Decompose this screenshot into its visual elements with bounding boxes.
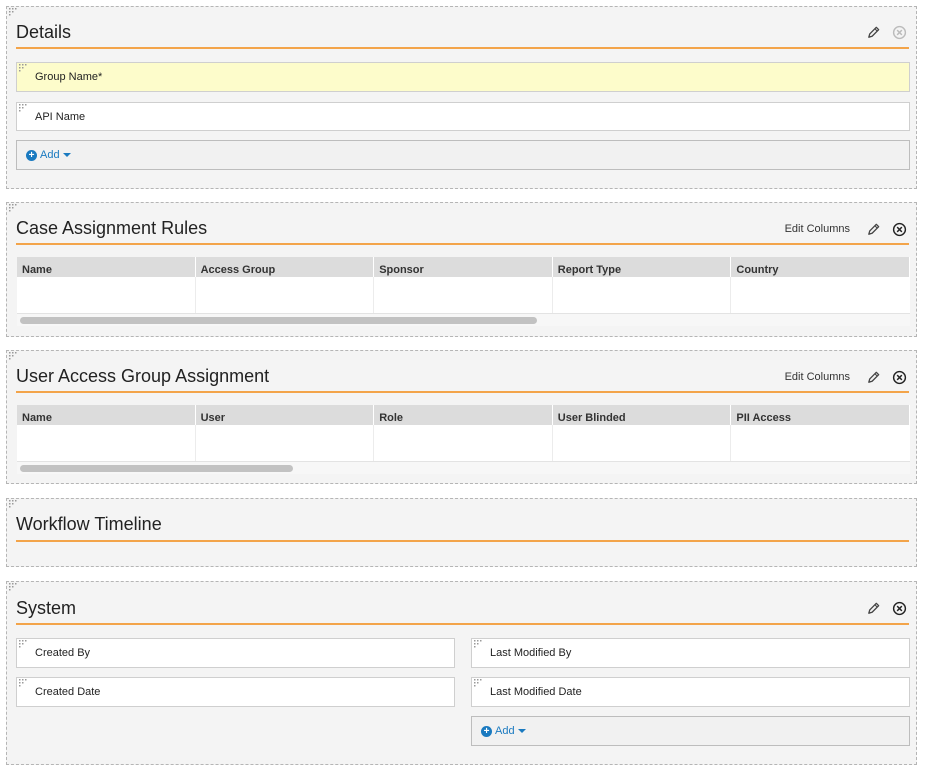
pencil-icon[interactable]: [864, 368, 882, 386]
drag-grip-icon[interactable]: [9, 500, 19, 510]
table-row: [17, 425, 910, 462]
add-field-bar: + Add: [16, 140, 910, 170]
horizontal-scrollbar[interactable]: [17, 314, 910, 326]
section-divider: [16, 623, 909, 625]
field-label: Group Name*: [35, 71, 103, 83]
horizontal-scrollbar[interactable]: [17, 462, 910, 474]
column-header[interactable]: Name: [17, 405, 196, 425]
table-header: Name Access Group Sponsor Report Type Co…: [17, 257, 910, 277]
plus-circle-icon: +: [26, 149, 37, 161]
details-section: Details Group Name* API Name + Add: [6, 6, 917, 189]
drag-grip-icon[interactable]: [9, 204, 19, 214]
drag-grip-icon[interactable]: [474, 679, 484, 692]
drag-grip-icon[interactable]: [474, 640, 484, 653]
case-rules-table: Name Access Group Sponsor Report Type Co…: [17, 257, 910, 326]
column-header[interactable]: User Blinded: [553, 405, 732, 425]
close-circle-icon[interactable]: [890, 368, 908, 386]
section-divider: [16, 540, 909, 542]
created-date-field[interactable]: Created Date: [16, 677, 455, 707]
pencil-icon[interactable]: [864, 220, 882, 238]
section-title: Details: [16, 22, 72, 42]
section-title: User Access Group Assignment: [16, 366, 270, 386]
add-field-bar: + Add: [471, 716, 910, 746]
drag-grip-icon[interactable]: [19, 104, 29, 117]
add-button[interactable]: + Add: [26, 149, 71, 161]
edit-columns-button[interactable]: Edit Columns: [785, 223, 850, 235]
column-header[interactable]: Sponsor: [374, 257, 553, 277]
add-button[interactable]: + Add: [481, 725, 526, 737]
plus-circle-icon: +: [481, 725, 492, 737]
drag-grip-icon[interactable]: [19, 679, 29, 692]
close-circle-icon[interactable]: [890, 23, 908, 41]
edit-columns-button[interactable]: Edit Columns: [785, 371, 850, 383]
field-label: Created Date: [35, 686, 101, 698]
drag-grip-icon[interactable]: [9, 8, 19, 18]
pencil-icon[interactable]: [864, 23, 882, 41]
field-label: Last Modified By: [490, 647, 572, 659]
column-header[interactable]: User: [196, 405, 375, 425]
section-divider: [16, 391, 909, 393]
column-header[interactable]: Report Type: [553, 257, 732, 277]
section-divider: [16, 243, 909, 245]
section-title: System: [16, 598, 77, 618]
scrollbar-thumb[interactable]: [20, 317, 537, 324]
group-name-field[interactable]: Group Name*: [16, 62, 910, 92]
close-circle-icon[interactable]: [890, 599, 908, 617]
column-header[interactable]: PII Access: [731, 405, 910, 425]
api-name-field[interactable]: API Name: [16, 102, 910, 131]
scrollbar-thumb[interactable]: [20, 465, 293, 472]
last-modified-date-field[interactable]: Last Modified Date: [471, 677, 910, 707]
column-header[interactable]: Access Group: [196, 257, 375, 277]
workflow-timeline-section: Workflow Timeline: [6, 498, 917, 567]
field-label: API Name: [35, 110, 86, 123]
section-divider: [16, 47, 909, 49]
user-access-group-section: User Access Group Assignment Edit Column…: [6, 350, 917, 484]
column-header[interactable]: Role: [374, 405, 553, 425]
drag-grip-icon[interactable]: [9, 583, 19, 593]
system-section: System Created By Last Modified By Creat…: [6, 581, 917, 765]
section-title: Case Assignment Rules: [16, 218, 208, 238]
field-label: Last Modified Date: [490, 686, 582, 698]
table-header: Name User Role User Blinded PII Access: [17, 405, 910, 425]
caret-down-icon: [517, 729, 526, 733]
column-header[interactable]: Name: [17, 257, 196, 277]
drag-grip-icon[interactable]: [19, 640, 29, 653]
close-circle-icon[interactable]: [890, 220, 908, 238]
add-label: Add: [495, 725, 515, 737]
section-title: Workflow Timeline: [16, 514, 162, 534]
field-label: Created By: [35, 647, 91, 659]
last-modified-by-field[interactable]: Last Modified By: [471, 638, 910, 668]
case-assignment-rules-section: Case Assignment Rules Edit Columns Name …: [6, 202, 917, 337]
table-row: [17, 277, 910, 314]
pencil-icon[interactable]: [864, 599, 882, 617]
drag-grip-icon[interactable]: [19, 64, 29, 77]
add-label: Add: [40, 149, 60, 161]
created-by-field[interactable]: Created By: [16, 638, 455, 668]
caret-down-icon: [62, 153, 71, 157]
column-header[interactable]: Country: [731, 257, 910, 277]
user-access-table: Name User Role User Blinded PII Access: [17, 405, 910, 474]
drag-grip-icon[interactable]: [9, 352, 19, 362]
